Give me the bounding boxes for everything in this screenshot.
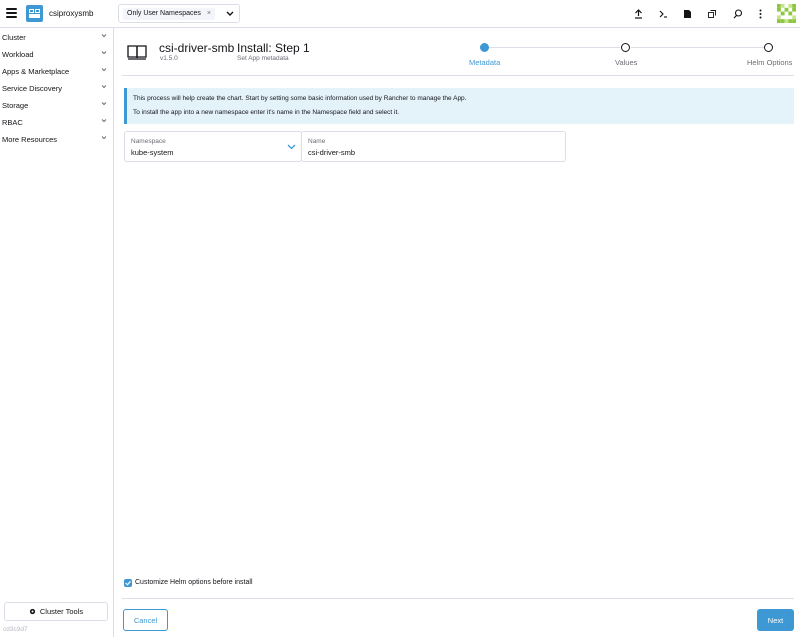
customize-helm-checkbox[interactable] (124, 579, 132, 587)
name-value: csi-driver-smb (308, 148, 356, 157)
namespace-filter-label: Only User Namespaces (127, 10, 201, 17)
sidebar-item-label: RBAC (2, 117, 23, 127)
chevron-down-icon (101, 119, 107, 123)
book-icon (127, 44, 147, 62)
chart-name: csi-driver-smb (159, 41, 235, 55)
step-title: Install: Step 1 (237, 41, 310, 55)
sidebar-item-service-discovery[interactable]: Service Discovery (0, 80, 113, 96)
namespace-value: kube-system (131, 148, 174, 157)
step-metadata-label[interactable]: Metadata (469, 58, 500, 67)
upload-icon[interactable] (632, 7, 645, 20)
search-icon[interactable] (731, 7, 744, 20)
chevron-down-icon (101, 51, 107, 55)
sidebar-item-label: Apps & Marketplace (2, 66, 70, 76)
step-helm-options-label[interactable]: Helm Options (747, 58, 792, 67)
stepper-line (631, 47, 764, 48)
name-input[interactable]: Name csi-driver-smb (301, 131, 566, 162)
header-divider (122, 75, 794, 76)
cancel-button[interactable]: Cancel (123, 609, 168, 631)
sidebar-item-cluster[interactable]: Cluster (0, 29, 113, 45)
gear-icon (29, 608, 35, 615)
step-helm-options-dot[interactable] (764, 43, 773, 52)
stepper-line (489, 47, 620, 48)
chevron-down-icon (101, 102, 107, 106)
step-subtitle: Set App metadata (237, 55, 289, 62)
chevron-down-icon[interactable] (226, 10, 234, 19)
more-icon[interactable] (754, 7, 767, 20)
sidebar-item-storage[interactable]: Storage (0, 97, 113, 113)
chevron-down-icon (101, 136, 107, 140)
chevron-down-icon (101, 34, 107, 38)
chevron-down-icon (101, 85, 107, 89)
chevron-down-icon[interactable] (287, 144, 296, 150)
checkmark-icon (125, 580, 131, 586)
step-values-dot[interactable] (621, 43, 630, 52)
sidebar-item-more-resources[interactable]: More Resources (0, 131, 113, 147)
sidebar-item-apps-marketplace[interactable]: Apps & Marketplace (0, 63, 113, 79)
banner-line-2: To install the app into a new namespace … (133, 109, 400, 116)
sidebar-item-label: More Resources (2, 134, 58, 144)
sidebar-item-rbac[interactable]: RBAC (0, 114, 113, 130)
banner-line-1: This process will help create the chart.… (133, 95, 467, 102)
namespace-select[interactable]: Namespace kube-system (124, 131, 302, 162)
footer-divider (122, 598, 794, 599)
namespace-filter-tag: Only User Namespaces × (123, 8, 215, 20)
customize-helm-label[interactable]: Customize Helm options before install (135, 579, 253, 586)
version-label: cd3c9d7 (3, 626, 28, 633)
info-banner: This process will help create the chart.… (124, 88, 794, 124)
cluster-icon (26, 5, 43, 22)
top-header: csiproxysmb Only User Namespaces × (0, 0, 800, 28)
cluster-tools-label: Cluster Tools (39, 607, 84, 616)
next-button[interactable]: Next (757, 609, 794, 631)
sidebar-item-label: Cluster (2, 32, 26, 42)
sidebar: Cluster Workload Apps & Marketplace Serv… (0, 28, 114, 637)
cluster-tools-button[interactable]: Cluster Tools (4, 602, 108, 621)
sidebar-item-workload[interactable]: Workload (0, 46, 113, 62)
namespace-label: Namespace (131, 138, 166, 145)
remove-tag-icon[interactable]: × (207, 10, 211, 17)
file-icon[interactable] (681, 7, 694, 20)
name-label: Name (308, 138, 326, 145)
cluster-name: csiproxysmb (49, 9, 94, 18)
sidebar-item-label: Storage (2, 100, 29, 110)
chevron-down-icon (101, 68, 107, 72)
sidebar-item-label: Service Discovery (2, 83, 63, 93)
sidebar-item-label: Workload (2, 49, 34, 59)
copy-icon[interactable] (705, 7, 718, 20)
chart-version: v1.5.0 (160, 55, 178, 62)
namespace-filter-select[interactable]: Only User Namespaces × (118, 4, 240, 23)
step-metadata-dot[interactable] (480, 43, 489, 52)
user-avatar[interactable] (777, 4, 796, 23)
step-values-label[interactable]: Values (615, 58, 637, 67)
menu-icon[interactable] (6, 8, 17, 18)
terminal-icon[interactable] (657, 7, 670, 20)
